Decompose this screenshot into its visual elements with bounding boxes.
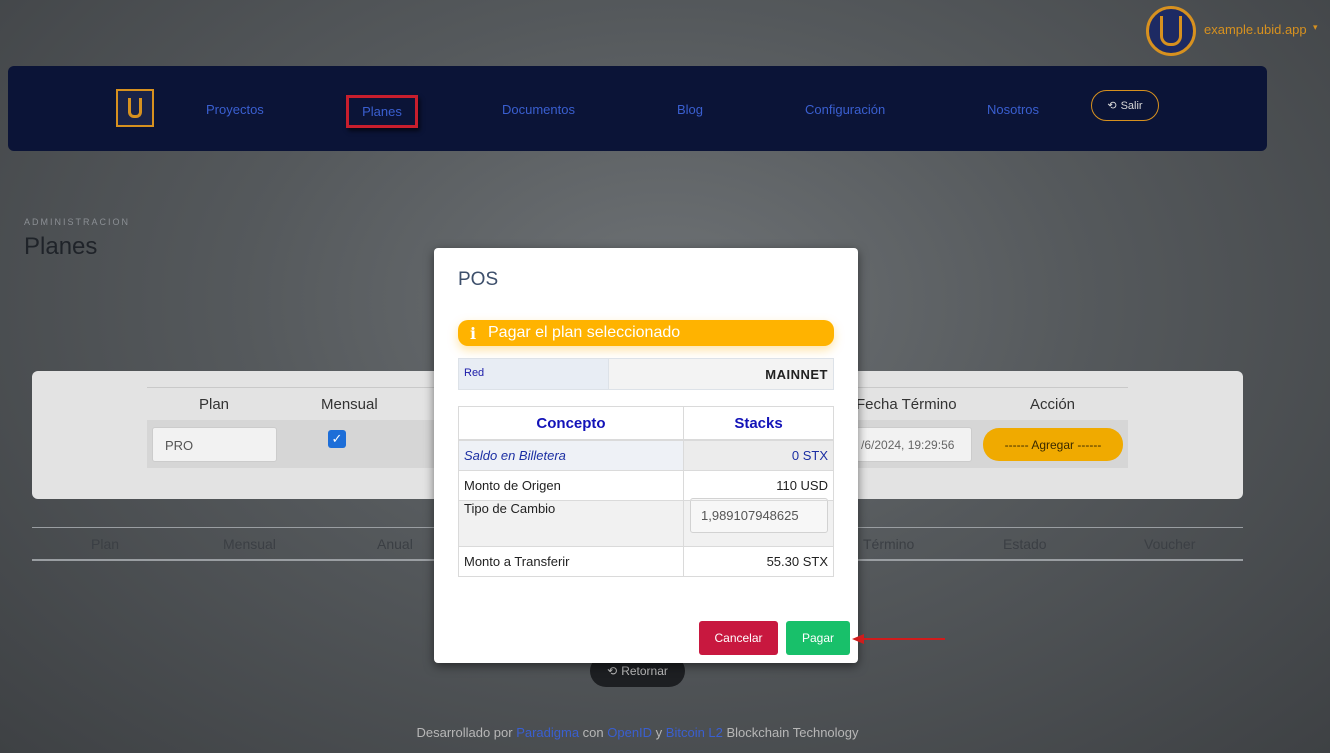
network-row: Red MAINNET bbox=[458, 358, 834, 390]
ubid-logo-icon bbox=[1160, 16, 1182, 46]
exchange-rate-input[interactable]: 1,989107948625 bbox=[690, 498, 828, 533]
footer: Desarrollado por Paradigma con OpenID y … bbox=[416, 725, 859, 740]
table-row: Tipo de Cambio 1,989107948625 bbox=[458, 498, 834, 547]
network-value: MAINNET bbox=[609, 359, 833, 389]
pay-button[interactable]: Pagar bbox=[786, 621, 850, 655]
paradigma-link[interactable]: Paradigma bbox=[516, 725, 579, 740]
column-header-accion: Acción bbox=[1030, 396, 1076, 413]
transfer-label: Monto a Transferir bbox=[458, 546, 684, 577]
nav-item-blog[interactable]: Blog bbox=[677, 102, 703, 117]
breadcrumb: ADMINISTRACION bbox=[24, 217, 131, 227]
page-title: Planes bbox=[24, 233, 98, 260]
logout-button[interactable]: ⟲ Salir bbox=[1091, 90, 1159, 121]
column-header-mensual: Mensual bbox=[223, 536, 276, 552]
nav-item-configuracion[interactable]: Configuración bbox=[805, 102, 885, 117]
navbar bbox=[8, 66, 1267, 151]
network-label: Red bbox=[459, 359, 609, 389]
user-avatar[interactable] bbox=[1146, 6, 1196, 56]
nav-item-proyectos[interactable]: Proyectos bbox=[206, 102, 264, 117]
nav-item-planes[interactable]: Planes bbox=[346, 95, 418, 128]
column-header-estado: Estado bbox=[1003, 536, 1047, 552]
return-icon: ⟲ bbox=[607, 664, 618, 678]
rate-label: Tipo de Cambio bbox=[458, 500, 684, 547]
nav-item-label: Planes bbox=[362, 104, 402, 119]
chevron-down-icon[interactable]: ▾ bbox=[1313, 22, 1318, 33]
brand-logo[interactable] bbox=[116, 89, 154, 127]
column-header-stacks: Stacks bbox=[683, 406, 834, 441]
transfer-value: 55.30 STX bbox=[683, 546, 834, 577]
openid-link[interactable]: OpenID bbox=[607, 725, 652, 740]
nav-item-documentos[interactable]: Documentos bbox=[502, 102, 575, 117]
nav-item-nosotros[interactable]: Nosotros bbox=[987, 102, 1039, 117]
wallet-label: Saldo en Billetera bbox=[458, 439, 684, 471]
monthly-checkbox[interactable]: ✓ bbox=[328, 430, 346, 448]
origin-label: Monto de Origen bbox=[458, 470, 684, 501]
column-header-concepto: Concepto bbox=[458, 406, 684, 441]
column-header-voucher: Voucher bbox=[1144, 536, 1196, 552]
wallet-value: 0 STX bbox=[683, 439, 834, 471]
modal-title: POS bbox=[458, 269, 499, 290]
annotation-arrow-icon bbox=[852, 634, 945, 644]
column-header-mensual: Mensual bbox=[321, 396, 378, 413]
column-header-anual: Anual bbox=[377, 536, 413, 552]
table-row: Saldo en Billetera 0 STX bbox=[458, 439, 834, 471]
end-date-input[interactable]: /6/2024, 19:29:56 bbox=[856, 427, 972, 462]
table-row: Monto de Origen 110 USD bbox=[458, 470, 834, 501]
info-icon: i bbox=[469, 323, 477, 343]
table-row: Monto a Transferir 55.30 STX bbox=[458, 546, 834, 577]
user-domain-link[interactable]: example.ubid.app bbox=[1204, 22, 1307, 37]
bitcoin-l2-link[interactable]: Bitcoin L2 bbox=[666, 725, 723, 740]
info-alert: i Pagar el plan seleccionado bbox=[458, 320, 834, 346]
payment-table: Concepto Stacks Saldo en Billetera 0 STX… bbox=[458, 406, 834, 577]
column-header-termino: Término bbox=[863, 536, 915, 552]
check-icon: ✓ bbox=[331, 431, 343, 446]
cancel-button[interactable]: Cancelar bbox=[699, 621, 778, 655]
add-button[interactable]: ------ Agregar ------ bbox=[983, 428, 1123, 461]
origin-value: 110 USD bbox=[683, 470, 834, 501]
ubid-logo-icon bbox=[128, 98, 142, 118]
column-header-fecha-termino: Fecha Término bbox=[856, 396, 957, 413]
logout-icon: ⟲ bbox=[1107, 100, 1117, 112]
column-header-plan: Plan bbox=[199, 396, 230, 413]
column-header-plan: Plan bbox=[91, 536, 120, 552]
plan-input[interactable]: PRO bbox=[152, 427, 277, 462]
